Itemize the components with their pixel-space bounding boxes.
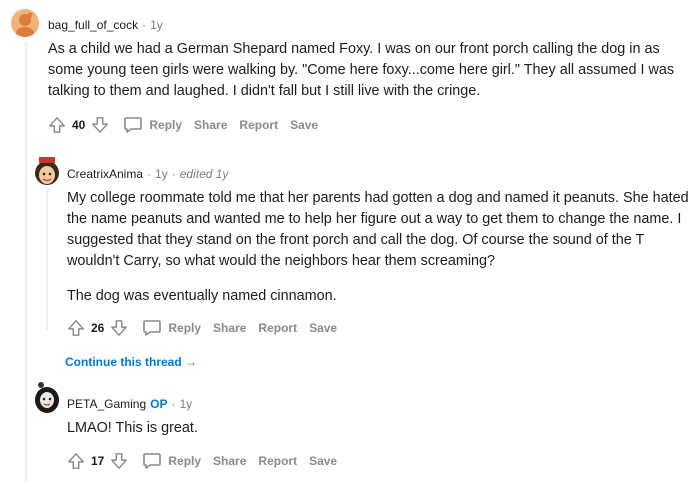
vote-count: 17 [91, 454, 105, 468]
vote-count: 26 [91, 321, 105, 335]
comment-paragraph: LMAO! This is great. [67, 420, 198, 436]
continue-thread-link[interactable]: Continue this thread → [65, 355, 197, 369]
comment-age[interactable]: 1y [150, 18, 163, 32]
save-button[interactable]: Save [290, 118, 318, 132]
separator: · [171, 397, 176, 411]
separator: · [147, 167, 152, 181]
user-avatar-icon [11, 9, 39, 37]
comment-body: My college roommate told me that her par… [67, 188, 689, 307]
report-button[interactable]: Report [258, 321, 297, 335]
thread-line[interactable] [25, 42, 27, 482]
avatar[interactable] [11, 9, 39, 37]
separator: · [171, 167, 176, 181]
comment-actions: 26 Reply Share Report Save [67, 319, 337, 337]
comment-actions: 17 Reply Share Report Save [67, 452, 337, 470]
downvote-icon[interactable] [110, 452, 128, 470]
user-avatar-icon [35, 382, 59, 413]
share-button[interactable]: Share [213, 454, 246, 468]
comment-actions: 40 Reply Share Report Save [48, 116, 318, 134]
reply-button[interactable]: Reply [142, 452, 201, 470]
comment-body: As a child we had a German Shepard named… [48, 39, 688, 102]
edited-label: edited 1y [179, 167, 229, 181]
share-button[interactable]: Share [194, 118, 227, 132]
upvote-icon[interactable] [48, 116, 66, 134]
comment-bubble-icon [143, 453, 162, 469]
username[interactable]: CreatrixAnima [67, 167, 143, 181]
downvote-icon[interactable] [110, 319, 128, 337]
comment-body: LMAO! This is great. [67, 418, 689, 439]
avatar[interactable] [33, 380, 61, 414]
downvote-icon[interactable] [91, 116, 109, 134]
report-button[interactable]: Report [239, 118, 278, 132]
reply-button[interactable]: Reply [142, 319, 201, 337]
reply-button[interactable]: Reply [123, 116, 182, 134]
username[interactable]: bag_full_of_cock [48, 18, 138, 32]
thread-line[interactable] [46, 190, 48, 330]
share-button[interactable]: Share [213, 321, 246, 335]
vote-count: 40 [72, 118, 86, 132]
comment-paragraph: The dog was eventually named cinnamon. [67, 288, 337, 304]
comment-bubble-icon [143, 320, 162, 336]
comment-paragraph: My college roommate told me that her par… [67, 190, 689, 269]
op-badge: OP [150, 397, 168, 411]
upvote-icon[interactable] [67, 452, 85, 470]
comment-age[interactable]: 1y [155, 167, 168, 181]
comment-paragraph: As a child we had a German Shepard named… [48, 41, 675, 99]
separator: · [142, 18, 147, 32]
save-button[interactable]: Save [309, 454, 337, 468]
comment-age[interactable]: 1y [180, 397, 193, 411]
avatar[interactable] [33, 155, 61, 187]
upvote-icon[interactable] [67, 319, 85, 337]
user-avatar-icon [35, 157, 59, 185]
save-button[interactable]: Save [309, 321, 337, 335]
report-button[interactable]: Report [258, 454, 297, 468]
comment-bubble-icon [124, 117, 143, 133]
username[interactable]: PETA_Gaming [67, 397, 146, 411]
